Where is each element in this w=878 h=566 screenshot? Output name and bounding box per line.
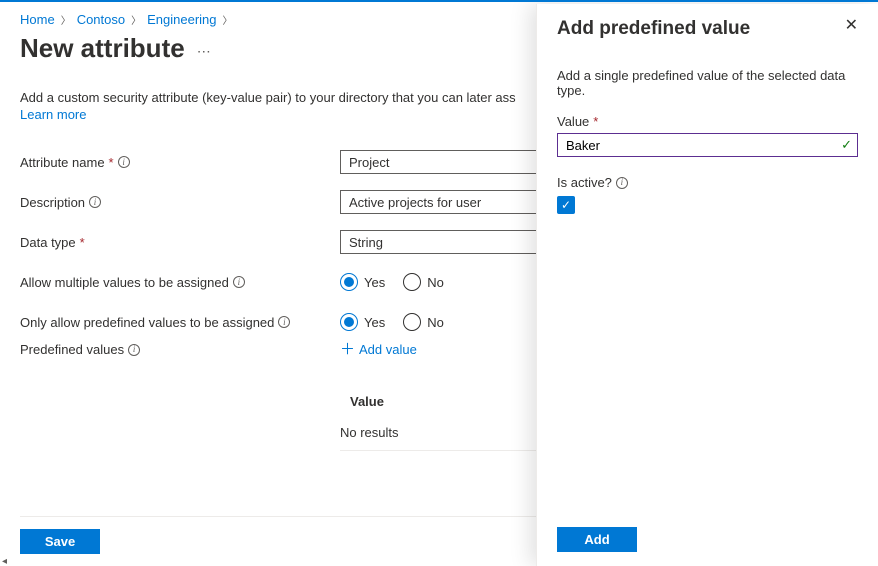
breadcrumb-contoso[interactable]: Contoso (77, 12, 125, 27)
add-predefined-value-panel: Add predefined value ✕ Add a single pred… (536, 4, 878, 566)
panel-value-input[interactable] (557, 133, 858, 157)
info-icon[interactable]: i (89, 196, 101, 208)
multi-no-radio[interactable]: No (403, 273, 444, 291)
predef-no-radio[interactable]: No (403, 313, 444, 331)
predef-values-label: Predefined values (20, 342, 124, 357)
close-icon[interactable]: ✕ (845, 18, 858, 34)
chevron-right-icon: 〉 (131, 12, 141, 27)
predef-yes-radio[interactable]: Yes (340, 313, 385, 331)
datatype-label: Data type (20, 235, 76, 250)
radio-label: Yes (364, 315, 385, 330)
required-star: * (80, 235, 85, 250)
panel-value-label: Value (557, 114, 589, 129)
breadcrumb-home[interactable]: Home (20, 12, 55, 27)
page-title: New attribute (20, 33, 185, 64)
panel-add-button[interactable]: Add (557, 527, 637, 552)
panel-title: Add predefined value (557, 18, 750, 40)
info-icon[interactable]: i (128, 344, 140, 356)
add-value-text: Add value (359, 342, 417, 357)
predef-label: Only allow predefined values to be assig… (20, 315, 274, 330)
plus-icon: ＋ (340, 342, 355, 357)
add-value-link[interactable]: ＋ Add value (340, 342, 417, 357)
info-icon[interactable]: i (616, 177, 628, 189)
chevron-right-icon: 〉 (223, 12, 233, 27)
required-star: * (593, 114, 598, 129)
info-icon[interactable]: i (278, 316, 290, 328)
is-active-checkbox[interactable]: ✓ (557, 196, 575, 214)
radio-label: No (427, 275, 444, 290)
radio-label: No (427, 315, 444, 330)
chevron-right-icon: 〉 (61, 12, 71, 27)
breadcrumb-engineering[interactable]: Engineering (147, 12, 216, 27)
save-button[interactable]: Save (20, 529, 100, 554)
checkmark-icon: ✓ (841, 137, 852, 153)
description-label: Description (20, 195, 85, 210)
radio-label: Yes (364, 275, 385, 290)
is-active-label: Is active? (557, 175, 612, 190)
more-actions-icon[interactable]: ⋯ (197, 43, 212, 60)
scroll-left-icon[interactable]: ◂ (2, 556, 12, 564)
multi-yes-radio[interactable]: Yes (340, 273, 385, 291)
attribute-name-label: Attribute name (20, 155, 105, 170)
info-icon[interactable]: i (233, 276, 245, 288)
required-star: * (109, 155, 114, 170)
info-icon[interactable]: i (118, 156, 130, 168)
panel-description: Add a single predefined value of the sel… (557, 68, 858, 98)
multi-label: Allow multiple values to be assigned (20, 275, 229, 290)
